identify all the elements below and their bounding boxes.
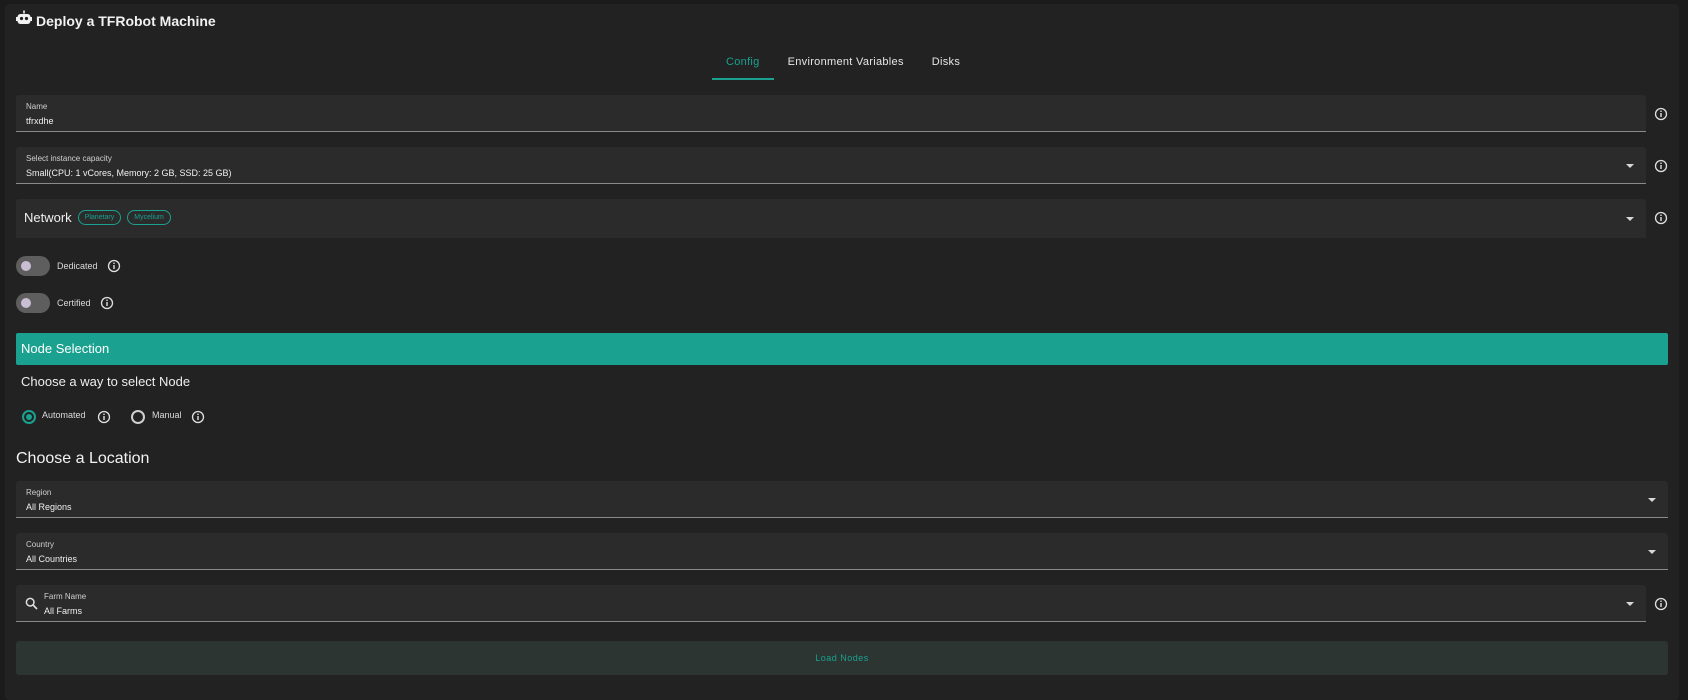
tab-bar: Config Environment Variables Disks: [712, 46, 974, 80]
name-field-value: tfrxdhe: [26, 116, 54, 126]
farm-name-value: All Farms: [44, 606, 82, 616]
chevron-down-icon: [1626, 602, 1634, 606]
automated-info-icon[interactable]: [97, 410, 111, 424]
manual-info-icon[interactable]: [191, 410, 205, 424]
radio-manual-label: Manual: [152, 410, 182, 420]
search-icon: [25, 597, 38, 610]
network-info-icon[interactable]: [1654, 211, 1668, 225]
region-select[interactable]: Region All Regions: [16, 481, 1668, 518]
network-header: Network Planetary Mycelium: [24, 210, 171, 225]
radio-automated[interactable]: [22, 410, 36, 424]
name-field-label: Name: [26, 102, 48, 111]
tab-environment-variables[interactable]: Environment Variables: [774, 46, 918, 80]
node-selection-prompt: Choose a way to select Node: [21, 374, 191, 389]
capacity-select-value: Small(CPU: 1 vCores, Memory: 2 GB, SSD: …: [26, 168, 232, 178]
radio-manual[interactable]: [131, 410, 145, 424]
certified-info-icon[interactable]: [100, 296, 114, 310]
country-select[interactable]: Country All Countries: [16, 533, 1668, 570]
name-info-icon[interactable]: [1654, 107, 1668, 121]
dedicated-toggle[interactable]: [16, 256, 50, 276]
tab-disks[interactable]: Disks: [918, 46, 974, 80]
dedicated-info-icon[interactable]: [107, 259, 121, 273]
network-panel[interactable]: Network Planetary Mycelium: [16, 199, 1646, 238]
chevron-down-icon: [1648, 550, 1656, 554]
region-select-value: All Regions: [26, 502, 72, 512]
chevron-down-icon: [1648, 498, 1656, 502]
tab-config[interactable]: Config: [712, 46, 774, 80]
dedicated-label: Dedicated: [57, 261, 98, 271]
page-title: Deploy a TFRobot Machine: [36, 12, 216, 29]
chip-planetary: Planetary: [77, 210, 122, 225]
country-select-label: Country: [26, 540, 55, 549]
toggle-knob: [21, 261, 31, 271]
farm-name-label: Farm Name: [44, 592, 87, 601]
load-nodes-button[interactable]: Load Nodes: [16, 641, 1668, 675]
robot-icon: [16, 10, 32, 31]
certified-toggle[interactable]: [16, 293, 50, 313]
capacity-info-icon[interactable]: [1654, 159, 1668, 173]
capacity-select[interactable]: Select instance capacity Small(CPU: 1 vC…: [16, 147, 1646, 184]
radio-automated-label: Automated: [42, 410, 86, 420]
node-selection-title: Node Selection: [21, 341, 110, 356]
region-select-label: Region: [26, 488, 52, 497]
country-select-value: All Countries: [26, 554, 78, 564]
chip-mycelium: Mycelium: [127, 210, 171, 225]
name-field[interactable]: Name tfrxdhe: [16, 95, 1646, 132]
chevron-down-icon: [1626, 164, 1634, 168]
page-header: Deploy a TFRobot Machine: [16, 10, 216, 31]
network-label: Network: [24, 210, 72, 225]
node-selection-header: Node Selection: [16, 333, 1668, 365]
toggle-knob: [21, 298, 31, 308]
certified-label: Certified: [57, 298, 91, 308]
farm-name-autocomplete[interactable]: Farm Name All Farms: [16, 585, 1646, 622]
location-heading: Choose a Location: [16, 450, 150, 467]
capacity-select-label: Select instance capacity: [26, 154, 112, 163]
chevron-down-icon[interactable]: [1626, 217, 1634, 221]
farm-info-icon[interactable]: [1654, 597, 1668, 611]
